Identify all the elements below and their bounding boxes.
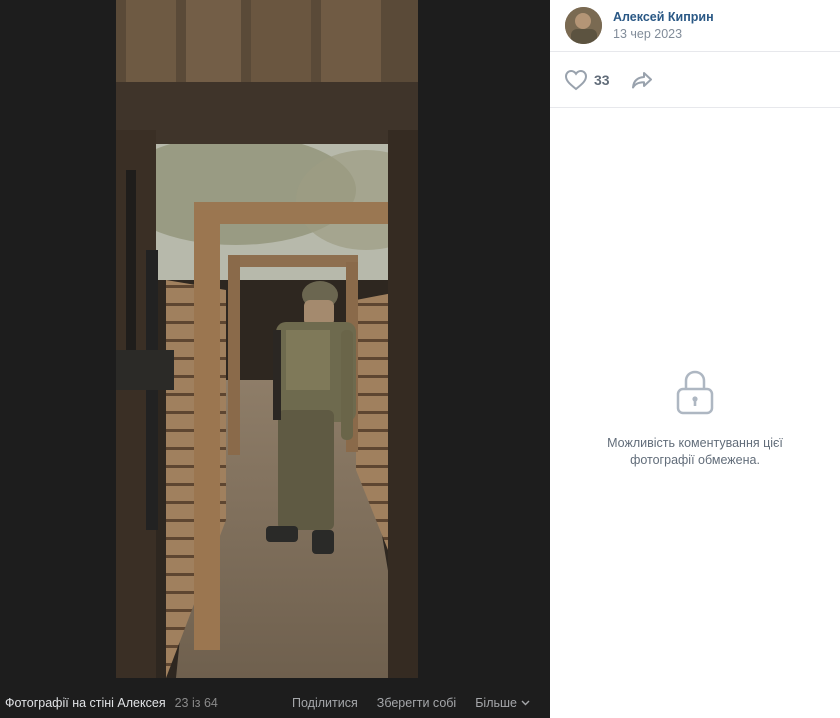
photo-counter: 23 із 64 xyxy=(174,696,218,710)
more-label: Більше xyxy=(475,696,517,710)
photo-image xyxy=(116,0,418,678)
comments-locked: Можливість коментування цієї фотографії … xyxy=(550,368,840,469)
more-button[interactable]: Більше xyxy=(475,696,530,710)
reactions-bar: 33 xyxy=(550,52,840,108)
photo[interactable] xyxy=(116,0,418,678)
author-name-link[interactable]: Алексей Киприн xyxy=(613,10,714,24)
like-count: 33 xyxy=(594,71,610,88)
comments-locked-text: Можливість коментування цієї фотографії … xyxy=(607,436,783,467)
lock-icon xyxy=(676,370,714,415)
chevron-down-icon xyxy=(521,700,530,706)
like-button[interactable]: 33 xyxy=(564,69,610,91)
photo-sidebar: Алексей Киприн 13 чер 2023 33 Можливість… xyxy=(550,0,840,718)
author-header: Алексей Киприн 13 чер 2023 xyxy=(550,0,840,52)
avatar[interactable] xyxy=(565,7,602,44)
share-icon xyxy=(631,71,652,88)
album-title-link[interactable]: Фотографії на стіні Алексея xyxy=(5,696,166,710)
share-icon-button[interactable] xyxy=(630,70,654,90)
photo-viewer: Фотографії на стіні Алексея 23 із 64 Под… xyxy=(0,0,550,718)
viewer-bottom-bar: Фотографії на стіні Алексея 23 із 64 Под… xyxy=(0,688,550,718)
avatar-image xyxy=(565,7,602,44)
post-date[interactable]: 13 чер 2023 xyxy=(613,27,714,41)
viewer-actions: Поділитися Зберегти собі Більше xyxy=(292,696,530,710)
save-button[interactable]: Зберегти собі xyxy=(377,696,456,710)
author-info: Алексей Киприн 13 чер 2023 xyxy=(613,10,714,41)
heart-icon xyxy=(564,69,588,90)
share-button[interactable]: Поділитися xyxy=(292,696,358,710)
